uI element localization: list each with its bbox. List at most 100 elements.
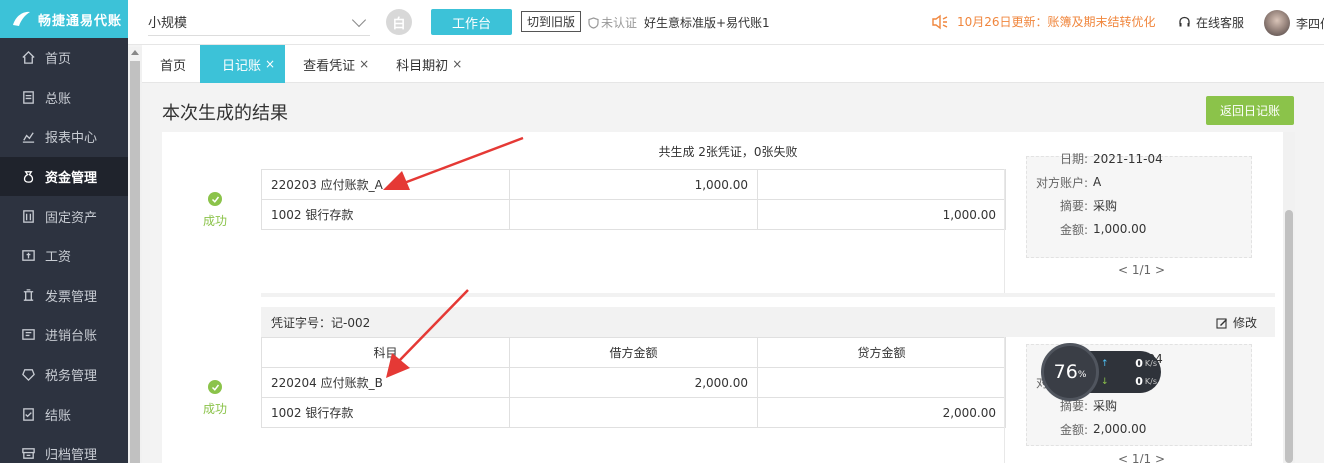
- voucher-status: 成功: [192, 380, 238, 417]
- sidebar-scrollbar[interactable]: [128, 47, 142, 463]
- workbench-button[interactable]: 工作台: [431, 9, 512, 35]
- shield-icon: [588, 16, 599, 29]
- edit-icon: [1216, 317, 1227, 329]
- voucher-info-box: 日期: 2021-11-04 对方账户: A 摘要: 采购 金额: 1,000.00: [1026, 152, 1252, 258]
- credit-cell: [757, 169, 1006, 200]
- app-name: 畅捷通易代账: [38, 13, 123, 29]
- username[interactable]: 李四伯: [1296, 15, 1324, 32]
- table-row: 220204 应付账款_B 2,000.00: [261, 367, 1006, 398]
- auth-label: 未认证: [601, 16, 638, 30]
- tab-opening-balance[interactable]: 科目期初 ×: [378, 45, 471, 83]
- sidebar-item-label: 进销台账: [45, 329, 98, 345]
- switch-old-version-button[interactable]: 切到旧版: [521, 11, 582, 32]
- tab-bar: 首页 日记账 × 查看凭证 × 科目期初 ×: [142, 45, 1324, 83]
- edit-button[interactable]: 修改: [1216, 314, 1257, 331]
- tax-icon: [20, 367, 36, 383]
- scrollbar-thumb[interactable]: [1285, 210, 1293, 463]
- credit-cell: 2,000.00: [757, 397, 1006, 428]
- table-header-row: 科目 借方金额 贷方金额: [261, 337, 1006, 368]
- tab-label: 首页: [160, 58, 187, 74]
- memory-usage-dial: 76%: [1041, 343, 1099, 401]
- auth-status[interactable]: 未认证: [588, 14, 637, 31]
- back-to-journal-button[interactable]: 返回日记账: [1206, 96, 1294, 125]
- home-icon: [20, 50, 36, 66]
- sidebar-item-ledger[interactable]: 总账: [0, 78, 128, 118]
- divider: [1004, 169, 1005, 293]
- sidebar-item-label: 发票管理: [45, 289, 98, 305]
- debit-cell: 1,000.00: [509, 169, 758, 200]
- logo-icon: [13, 11, 30, 26]
- badge-circle-button[interactable]: 白: [386, 9, 412, 35]
- credit-cell: 1,000.00: [757, 199, 1006, 230]
- sidebar-item-label: 工资: [45, 250, 72, 266]
- tab-label: 查看凭证: [303, 58, 356, 74]
- avatar[interactable]: [1264, 10, 1290, 36]
- sidebar-item-label: 首页: [45, 52, 72, 68]
- sidebar-item-label: 总账: [45, 91, 72, 107]
- sidebar-item-checkout[interactable]: 结账: [0, 394, 128, 434]
- sidebar-item-label: 资金管理: [45, 171, 98, 187]
- app-logo[interactable]: 畅捷通易代账: [0, 0, 128, 38]
- results-panel: 共生成 2张凭证，0张失败 成功 220203 应付账款_A 1,000.00 …: [162, 132, 1294, 463]
- status-label: 成功: [202, 402, 227, 416]
- tab-home[interactable]: 首页: [142, 45, 200, 83]
- voucher-number: 凭证字号：记-002: [271, 315, 371, 330]
- sidebar-item-fixed-assets[interactable]: 固定资产: [0, 196, 128, 236]
- tab-journal[interactable]: 日记账 ×: [200, 45, 286, 83]
- sidebar-item-home[interactable]: 首页: [0, 38, 128, 78]
- voucher-separator: [261, 293, 1275, 297]
- sidebar-item-payroll[interactable]: 工资: [0, 236, 128, 276]
- sidebar-nav: 首页 总账 报表中心 资金管理 固定资产 工资 发票管理 进销台账 税务管理 结…: [0, 38, 128, 463]
- upload-arrow-icon: ↑: [1101, 358, 1109, 369]
- close-icon[interactable]: ×: [359, 57, 369, 71]
- table-row: 220203 应付账款_A 1,000.00: [261, 169, 1006, 200]
- scroll-up-icon[interactable]: [131, 50, 139, 55]
- checkout-icon: [20, 406, 36, 422]
- upload-value: 0: [1135, 357, 1143, 370]
- network-speed-widget[interactable]: ↑ 0 K/s ↓ 0 K/s 76%: [1041, 343, 1161, 401]
- voucher-table: 科目 借方金额 贷方金额 220204 应付账款_B 2,000.00 1002…: [261, 337, 1006, 428]
- debit-cell: [509, 199, 758, 230]
- inventory-icon: [20, 327, 36, 343]
- page-title: 本次生成的结果: [162, 103, 288, 124]
- content-scrollbar[interactable]: [1283, 132, 1295, 463]
- account-cell: 1002 银行存款: [261, 199, 510, 230]
- main-content: 本次生成的结果 返回日记账 共生成 2张凭证，0张失败 成功 220203 应付…: [142, 83, 1324, 463]
- sidebar-item-archive[interactable]: 归档管理: [0, 434, 128, 463]
- sidebar-item-tax[interactable]: 税务管理: [0, 355, 128, 395]
- tab-view-voucher[interactable]: 查看凭证 ×: [285, 45, 378, 83]
- tab-label: 日记账: [222, 58, 262, 74]
- usage-percent: 76: [1053, 361, 1078, 383]
- sidebar-item-funds[interactable]: 资金管理: [0, 156, 128, 197]
- account-cell: 220203 应付账款_A: [261, 169, 510, 200]
- info-row: 日期:2021-11-04: [1059, 151, 1163, 167]
- info-row: 对方账户: A: [1035, 175, 1102, 190]
- column-header: 科目: [261, 337, 510, 368]
- speed-readout: ↑ 0 K/s ↓ 0 K/s: [1089, 351, 1161, 393]
- info-row: 金额: 1,000.00: [1059, 222, 1147, 237]
- online-service[interactable]: 在线客服: [1178, 14, 1244, 31]
- table-row: 1002 银行存款 2,000.00: [261, 397, 1006, 428]
- sidebar-item-label: 结账: [45, 408, 72, 424]
- check-icon: [208, 192, 222, 206]
- scrollbar-thumb[interactable]: [130, 61, 140, 463]
- company-select[interactable]: 小规模: [148, 8, 370, 36]
- close-icon[interactable]: ×: [265, 57, 275, 71]
- chart-icon: [20, 129, 36, 145]
- sidebar-item-inventory[interactable]: 进销台账: [0, 315, 128, 355]
- sidebar-item-invoices[interactable]: 发票管理: [0, 276, 128, 316]
- table-row: 1002 银行存款 1,000.00: [261, 199, 1006, 230]
- ledger-icon: [20, 89, 36, 105]
- voucher-pager[interactable]: < 1/1 >: [1118, 263, 1165, 277]
- update-notice[interactable]: 10月26日更新：账簿及期末结转优化: [931, 13, 1156, 30]
- credit-cell: [757, 367, 1006, 398]
- voucher-pager[interactable]: < 1/1 >: [1118, 452, 1165, 463]
- edition-label: 好生意标准版+易代账1: [644, 16, 770, 30]
- archive-icon: [20, 446, 36, 462]
- company-name: 小规模: [148, 16, 188, 31]
- sidebar-item-reports[interactable]: 报表中心: [0, 117, 128, 157]
- building-icon: [20, 208, 36, 224]
- download-arrow-icon: ↓: [1101, 376, 1109, 387]
- upload-row: ↑ 0 K/s: [1101, 357, 1157, 370]
- close-icon[interactable]: ×: [452, 57, 462, 71]
